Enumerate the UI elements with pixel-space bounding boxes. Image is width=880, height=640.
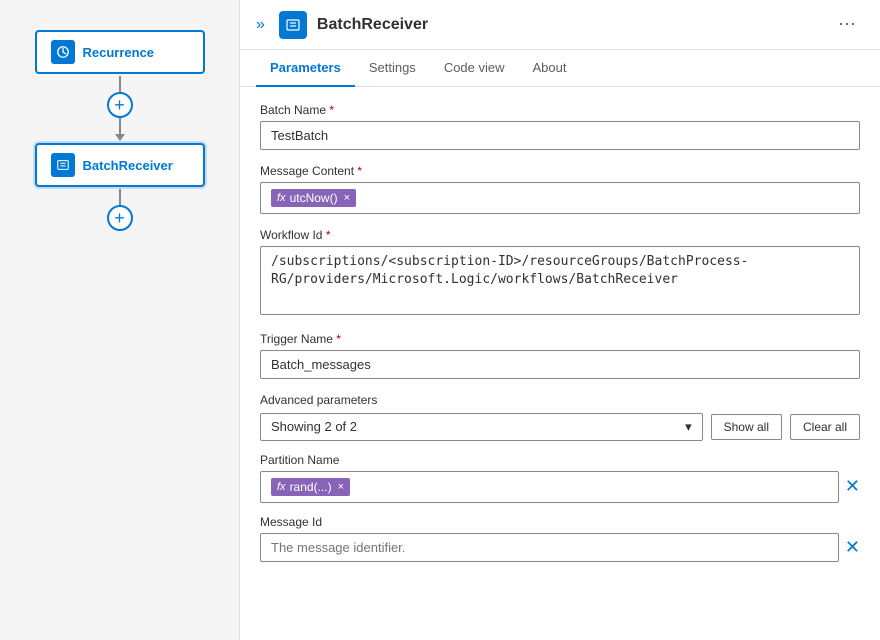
message-content-input[interactable]: fx utcNow() × <box>260 182 860 214</box>
connector-arrow <box>115 134 125 141</box>
workflow-id-label: Workflow Id * <box>260 228 860 242</box>
tab-settings[interactable]: Settings <box>355 50 430 87</box>
batch-name-label: Batch Name * <box>260 103 860 117</box>
partition-name-row: Partition Name fx rand(...) × ✕ <box>260 453 860 503</box>
clear-all-button[interactable]: Clear all <box>790 414 860 440</box>
advanced-parameters-section: Advanced parameters Showing 2 of 2 ▾ Sho… <box>260 393 860 441</box>
connector-line-3 <box>119 189 121 205</box>
panel-content: Batch Name * Message Content * fx utcNow… <box>240 87 880 640</box>
add-bottom-icon: + <box>114 209 125 227</box>
message-id-input-wrap: ✕ <box>260 533 860 562</box>
utcnow-token[interactable]: fx utcNow() × <box>271 189 356 207</box>
utcnow-token-close[interactable]: × <box>344 192 350 204</box>
batchreceiver-icon-bg <box>51 153 75 177</box>
utcnow-token-icon: fx <box>277 192 286 204</box>
batch-name-required: * <box>329 103 334 117</box>
advanced-row: Showing 2 of 2 ▾ Show all Clear all <box>260 413 860 441</box>
header-icon <box>279 11 307 39</box>
connector-line-2 <box>119 118 121 134</box>
batch-name-input[interactable] <box>260 121 860 150</box>
workflow-id-group: Workflow Id * <box>260 228 860 318</box>
add-between-btn[interactable]: + <box>107 92 133 118</box>
rand-token-label: rand(...) <box>290 480 332 494</box>
workflow-id-input[interactable] <box>260 246 860 315</box>
message-content-label: Message Content * <box>260 164 860 178</box>
batchreceiver-node[interactable]: BatchReceiver <box>35 143 205 187</box>
rand-token-close[interactable]: × <box>338 481 344 493</box>
partition-name-input[interactable]: fx rand(...) × <box>260 471 839 503</box>
panel-header: » BatchReceiver ⋯ <box>240 0 880 50</box>
panel-title: BatchReceiver <box>317 16 820 34</box>
batch-name-group: Batch Name * <box>260 103 860 150</box>
utcnow-token-label: utcNow() <box>290 191 338 205</box>
tab-parameters[interactable]: Parameters <box>256 50 355 87</box>
message-id-clear-icon[interactable]: ✕ <box>845 537 860 558</box>
collapse-button[interactable]: » <box>256 16 265 34</box>
connector-line-1 <box>119 76 121 92</box>
chevron-down-icon: ▾ <box>685 419 692 435</box>
tab-about[interactable]: About <box>519 50 581 87</box>
recurrence-icon-bg <box>51 40 75 64</box>
message-content-group: Message Content * fx utcNow() × <box>260 164 860 214</box>
message-content-required: * <box>357 164 362 178</box>
partition-clear-icon[interactable]: ✕ <box>845 476 860 497</box>
top-connector: + <box>107 74 133 143</box>
message-id-input[interactable] <box>260 533 839 562</box>
add-between-icon: + <box>114 96 125 114</box>
recurrence-label: Recurrence <box>83 45 155 60</box>
recurrence-icon <box>51 40 75 64</box>
tabs-bar: Parameters Settings Code view About <box>240 50 880 87</box>
rand-token[interactable]: fx rand(...) × <box>271 478 350 496</box>
batchreceiver-label: BatchReceiver <box>83 158 173 173</box>
show-all-button[interactable]: Show all <box>711 414 782 440</box>
message-id-label: Message Id <box>260 515 860 529</box>
recurrence-node[interactable]: Recurrence <box>35 30 205 74</box>
right-panel: » BatchReceiver ⋯ Parameters Settings Co… <box>240 0 880 640</box>
trigger-name-group: Trigger Name * <box>260 332 860 379</box>
trigger-name-label: Trigger Name * <box>260 332 860 346</box>
trigger-name-input[interactable] <box>260 350 860 379</box>
advanced-dropdown-text: Showing 2 of 2 <box>271 419 357 434</box>
tab-codeview[interactable]: Code view <box>430 50 519 87</box>
batchreceiver-icon <box>51 153 75 177</box>
workflow-id-required: * <box>326 228 331 242</box>
partition-name-label: Partition Name <box>260 453 860 467</box>
advanced-label: Advanced parameters <box>260 393 860 407</box>
partition-name-input-wrap: fx rand(...) × ✕ <box>260 471 860 503</box>
left-panel: Recurrence + BatchReceiver + <box>0 0 240 640</box>
message-id-row: Message Id ✕ <box>260 515 860 562</box>
add-bottom-btn[interactable]: + <box>107 205 133 231</box>
rand-token-icon: fx <box>277 481 286 493</box>
bottom-connector: + <box>107 187 133 233</box>
trigger-name-required: * <box>336 332 341 346</box>
more-button[interactable]: ⋯ <box>830 10 864 39</box>
advanced-dropdown[interactable]: Showing 2 of 2 ▾ <box>260 413 703 441</box>
